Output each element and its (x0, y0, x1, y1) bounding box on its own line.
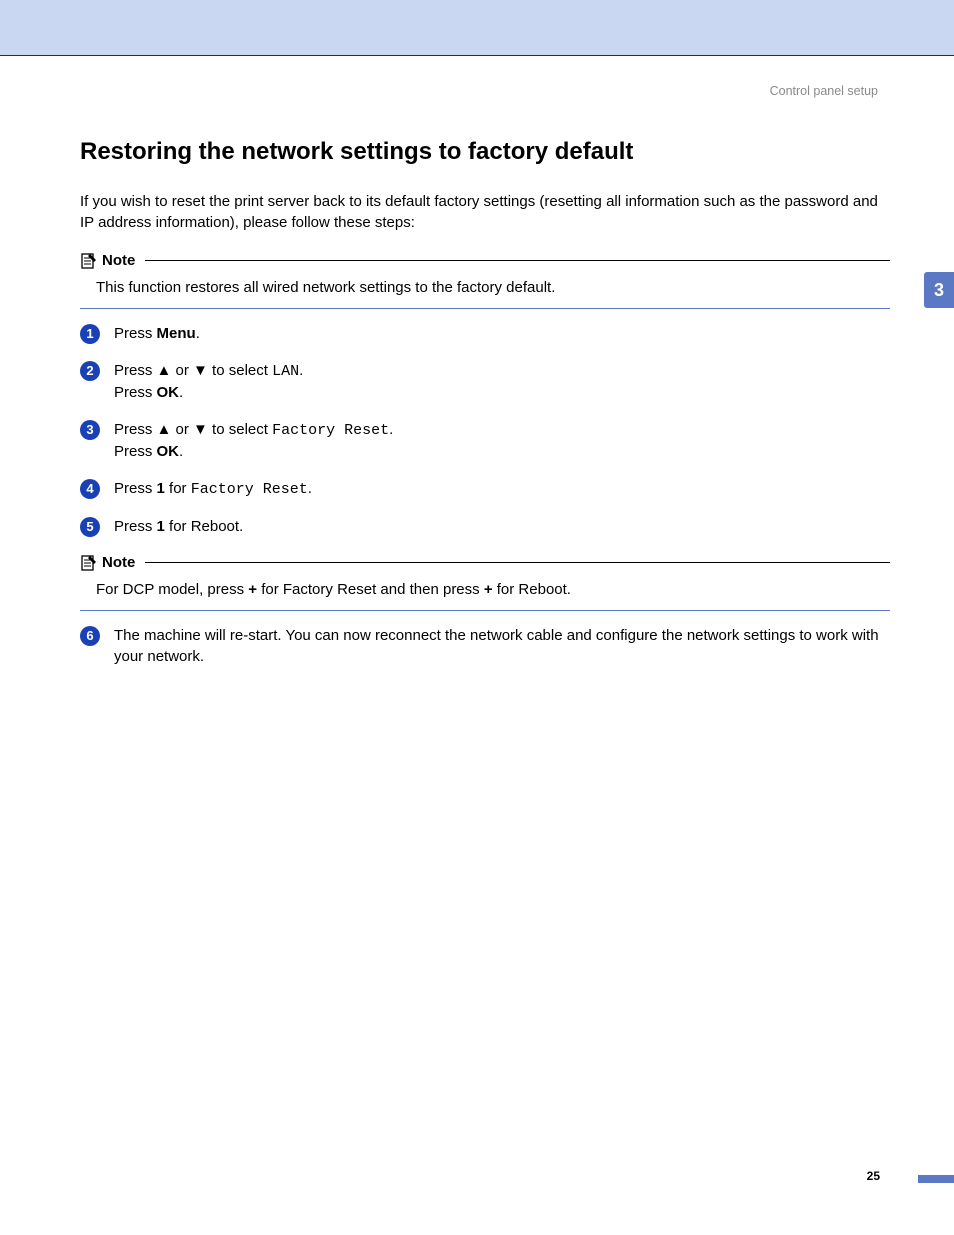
step-body-1: Press Menu. (114, 323, 890, 344)
ok-key: OK (157, 384, 180, 401)
step-marker-3: 3 (80, 420, 100, 440)
text: Press (114, 362, 157, 379)
top-band (0, 0, 954, 56)
text: for Reboot. (165, 518, 243, 535)
text: Press (114, 443, 157, 460)
step-marker-1: 1 (80, 324, 100, 344)
steps-list-2: 6 The machine will re-start. You can now… (80, 625, 890, 667)
note-body: This function restores all wired network… (80, 271, 890, 309)
ok-key: OK (157, 443, 180, 460)
text: Press (114, 518, 157, 535)
key-1: 1 (157, 518, 165, 535)
step-body-4: Press 1 for Factory Reset. (114, 478, 890, 500)
option-factory-reset: Factory Reset (191, 481, 308, 498)
note-header: Note (80, 553, 890, 573)
chapter-tab: 3 (924, 272, 954, 308)
step-marker-6: 6 (80, 626, 100, 646)
key-1: 1 (157, 480, 165, 497)
text: Press (114, 325, 157, 342)
text: Press (114, 384, 157, 401)
option-factory-reset: Factory Reset (272, 422, 389, 439)
note-label: Note (102, 252, 135, 269)
text: to select (208, 421, 272, 438)
note-body-2: For DCP model, press + for Factory Reset… (80, 573, 890, 611)
step-marker-4: 4 (80, 479, 100, 499)
steps-list: 1 Press Menu. 2 Press ▲ or ▼ to select L… (80, 323, 890, 537)
corner-mark (918, 1175, 954, 1183)
note-icon (80, 554, 98, 572)
text: For DCP model, press (96, 581, 248, 598)
note-header: Note (80, 251, 890, 271)
step-marker-2: 2 (80, 361, 100, 381)
note-icon (80, 252, 98, 270)
menu-key: Menu (157, 325, 196, 342)
arrow-keys: ▲ or ▼ (157, 362, 208, 379)
text: . (196, 325, 200, 342)
text: . (389, 421, 393, 438)
note-rule (145, 260, 890, 261)
step-body-3: Press ▲ or ▼ to select Factory Reset. Pr… (114, 419, 890, 462)
header-label: Control panel setup (80, 84, 878, 98)
text: for Reboot. (493, 581, 571, 598)
plus-key: + (484, 581, 493, 598)
step-5: 5 Press 1 for Reboot. (80, 516, 890, 537)
text: . (299, 362, 303, 379)
step-6: 6 The machine will re-start. You can now… (80, 625, 890, 667)
step-2: 2 Press ▲ or ▼ to select LAN. Press OK. (80, 360, 890, 403)
step-1: 1 Press Menu. (80, 323, 890, 344)
step-body-2: Press ▲ or ▼ to select LAN. Press OK. (114, 360, 890, 403)
section-title: Restoring the network settings to factor… (80, 138, 890, 167)
note-rule (145, 562, 890, 563)
text: Press (114, 480, 157, 497)
intro-text: If you wish to reset the print server ba… (80, 191, 890, 233)
text: . (179, 443, 183, 460)
text: for (165, 480, 191, 497)
arrow-keys: ▲ or ▼ (157, 421, 208, 438)
text: . (179, 384, 183, 401)
plus-key: + (248, 581, 257, 598)
step-marker-5: 5 (80, 517, 100, 537)
text: to select (208, 362, 272, 379)
text: . (308, 480, 312, 497)
note-label: Note (102, 554, 135, 571)
text: for Factory Reset and then press (257, 581, 484, 598)
step-4: 4 Press 1 for Factory Reset. (80, 478, 890, 500)
note-block-2: Note For DCP model, press + for Factory … (80, 553, 890, 611)
note-block-1: Note This function restores all wired ne… (80, 251, 890, 309)
text: Press (114, 421, 157, 438)
step-body-6: The machine will re-start. You can now r… (114, 625, 890, 667)
step-3: 3 Press ▲ or ▼ to select Factory Reset. … (80, 419, 890, 462)
page-number: 25 (867, 1169, 880, 1183)
page-content: Control panel setup Restoring the networ… (0, 56, 954, 667)
step-body-5: Press 1 for Reboot. (114, 516, 890, 537)
option-lan: LAN (272, 363, 299, 380)
